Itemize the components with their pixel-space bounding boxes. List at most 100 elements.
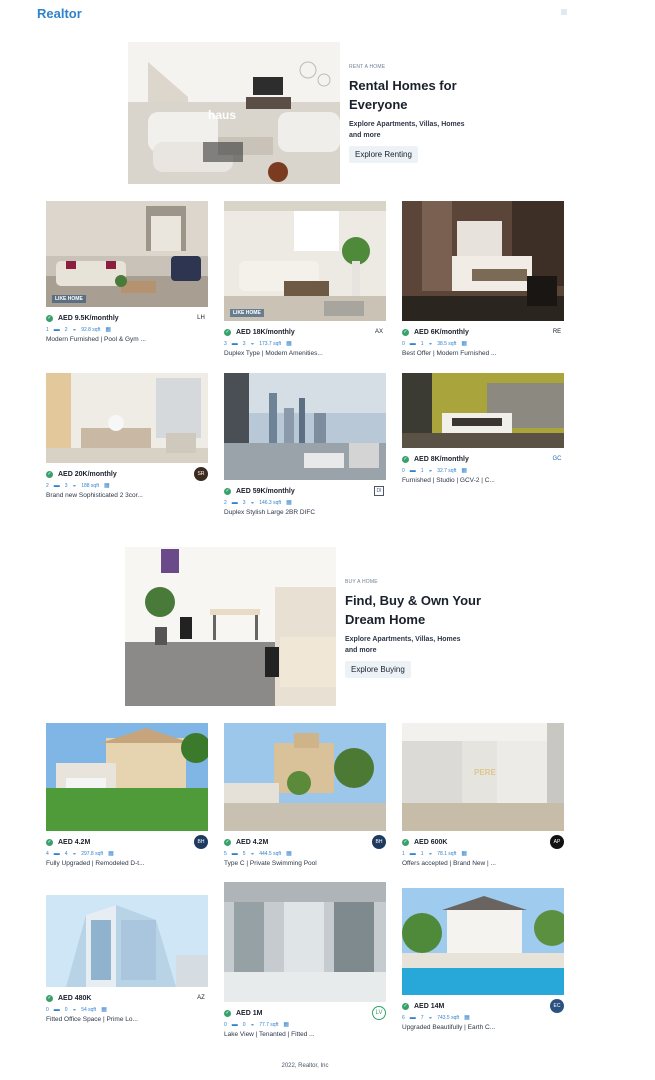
- baths-count: 2: [64, 326, 68, 333]
- bed-icon: ▬: [409, 467, 416, 474]
- rent-property-card-4[interactable]: ✓ AED 20K/monthly SR 2 ▬ 3 ◒ 188 sqft ▦ Bra…: [46, 373, 208, 499]
- baths-count: 1: [420, 467, 424, 474]
- image-watermark: PERE: [474, 768, 496, 777]
- property-title[interactable]: Fully Upgraded | Remodeled D-t...: [46, 860, 208, 867]
- property-title[interactable]: Offers accepted | Brand New | ...: [402, 860, 564, 867]
- verified-icon: ✓: [402, 328, 409, 336]
- grid-icon: ▦: [461, 468, 468, 474]
- area-value: 444.5 sqft: [259, 850, 282, 857]
- sale-property-card-1[interactable]: ✓ AED 4.2M BH 4 ▬ 4 ◒ 297.8 sqft ▦ Fully Up…: [46, 723, 208, 867]
- menu-icon[interactable]: [561, 9, 567, 15]
- footer: 2022, Realtor, Inc: [281, 1063, 329, 1069]
- rent-banner-desc: Explore Apartments, Villas, Homes and mor…: [349, 119, 510, 141]
- area-value: 297.8 sqft: [81, 850, 104, 857]
- rent-banner-title-line1: Rental Homes for: [349, 78, 457, 93]
- bed-icon: ▬: [53, 482, 60, 489]
- property-price: AED 6K/monthly: [414, 328, 469, 336]
- property-details: 0 ▬ 1 ◒ 38.5 sqft ▦: [402, 339, 564, 348]
- grid-icon: ▦: [464, 1015, 470, 1021]
- agency-avatar: SR: [194, 467, 208, 481]
- rent-property-card-5[interactable]: ✓ AED 59K/monthly DI 2 ▬ 3 ◒ 146.3 sqft ▦ D…: [224, 373, 386, 516]
- agency-avatar: LH: [194, 311, 208, 325]
- bed-icon: ▬: [53, 850, 60, 857]
- property-title[interactable]: Furnished | Studio | GCV-2 | C...: [402, 477, 564, 484]
- sale-property-card-5[interactable]: ✓ AED 1M LV 0 ▬ 0 ◒ 77.7 sqft ▦ Lake View |…: [224, 882, 386, 1038]
- rooms-count: 0: [46, 1006, 49, 1013]
- agency-avatar: LV: [372, 1006, 386, 1020]
- baths-count: 3: [64, 482, 68, 489]
- baths-count: 3: [242, 499, 246, 506]
- area-value: 54 sqft: [81, 1006, 97, 1013]
- baths-count: 0: [64, 1006, 68, 1013]
- property-image: PERE: [402, 723, 564, 831]
- sale-property-card-2[interactable]: ✓ AED 4.2M BH 5 ▬ 5 ◒ 444.5 sqft ▦ Type C |…: [224, 723, 386, 867]
- sale-banner-desc: Explore Apartments, Villas, Homes and mor…: [345, 634, 506, 656]
- grid-icon: ▦: [286, 851, 292, 857]
- baths-count: 4: [64, 850, 68, 857]
- property-details: 5 ▬ 5 ◒ 444.5 sqft ▦: [224, 849, 386, 858]
- area-value: 92.8 sqft: [81, 326, 101, 333]
- agency-avatar: BH: [194, 835, 208, 849]
- site-logo[interactable]: Realtor: [37, 6, 82, 21]
- bath-icon: ◒: [250, 499, 255, 506]
- rent-property-card-6[interactable]: ✓ AED 8K/monthly GC 0 ▬ 1 ◒ 32.7 sqft ▦ Fur…: [402, 373, 564, 484]
- property-price: AED 600K: [414, 838, 448, 846]
- sale-property-card-6[interactable]: ✓ AED 14M EC 6 ▬ 7 ◒ 743.5 sqft ▦ Upgraded …: [402, 888, 564, 1031]
- bath-icon: ◒: [428, 850, 433, 857]
- sale-banner-title-line1: Find, Buy & Own Your: [345, 593, 482, 608]
- property-title[interactable]: Modern Furnished | Pool & Gym ...: [46, 336, 208, 343]
- sale-property-card-3[interactable]: PERE ✓ AED 600K AP 1 ▬ 1 ◒ 78.1 sqft ▦ Offe…: [402, 723, 564, 867]
- sale-banner-desc-line2: and more: [345, 647, 377, 654]
- sale-banner: BUY A HOME Find, Buy & Own Your Dream Hom…: [125, 547, 506, 706]
- bed-icon: ▬: [409, 850, 416, 857]
- explore-buying-button[interactable]: Explore Buying: [345, 661, 411, 678]
- property-title[interactable]: Upgraded Beautifully | Earth C...: [402, 1024, 564, 1031]
- bath-icon: ◒: [72, 1006, 77, 1013]
- rooms-count: 0: [402, 340, 405, 347]
- explore-renting-button[interactable]: Explore Renting: [349, 146, 418, 163]
- verified-icon: ✓: [46, 838, 53, 846]
- property-title[interactable]: Duplex Stylish Large 2BR DIFC: [224, 509, 386, 516]
- baths-count: 7: [420, 1014, 424, 1021]
- bed-icon: ▬: [53, 326, 60, 333]
- rooms-count: 1: [402, 850, 405, 857]
- area-value: 38.5 sqft: [437, 340, 457, 347]
- property-title[interactable]: Type C | Private Swimming Pool: [224, 860, 386, 867]
- rent-property-card-3[interactable]: ✓ AED 6K/monthly RE 0 ▬ 1 ◒ 38.5 sqft ▦ Bes…: [402, 201, 564, 357]
- agency-avatar: AZ: [194, 991, 208, 1005]
- property-title[interactable]: Duplex Type | Modern Amenities...: [224, 350, 386, 357]
- verified-icon: ✓: [402, 455, 409, 463]
- area-value: 32.7 sqft: [437, 467, 457, 474]
- bed-icon: ▬: [231, 340, 238, 347]
- rent-property-card-2[interactable]: LIKE HOME ✓ AED 18K/monthly AX 3 ▬ 3 ◒ 173…: [224, 201, 386, 357]
- property-title[interactable]: Lake View | Tenanted | Fitted ...: [224, 1031, 386, 1038]
- agency-avatar: AX: [372, 325, 386, 339]
- bath-icon: ◒: [250, 340, 255, 347]
- agency-avatar: BH: [372, 835, 386, 849]
- bath-icon: ◒: [428, 467, 433, 474]
- property-title[interactable]: Fitted Office Space | Prime Lo...: [46, 1016, 208, 1023]
- bath-icon: ◒: [428, 340, 433, 347]
- sale-banner-image: [125, 547, 336, 706]
- property-title[interactable]: Brand new Sophisticated 2 3cor...: [46, 492, 208, 499]
- property-details: 2 ▬ 3 ◒ 146.3 sqft ▦: [224, 498, 386, 507]
- verified-icon: ✓: [402, 1002, 409, 1010]
- grid-icon: ▦: [103, 483, 110, 489]
- agency-avatar: DI: [374, 486, 384, 496]
- property-price: AED 1M: [236, 1009, 263, 1017]
- property-image: [46, 373, 208, 463]
- bath-icon: ◒: [72, 482, 77, 489]
- bath-icon: ◒: [250, 1021, 255, 1028]
- verified-icon: ✓: [46, 314, 53, 322]
- property-image: [46, 723, 208, 831]
- sale-property-card-4[interactable]: ✓ AED 480K AZ 0 ▬ 0 ◒ 54 sqft ▦ Fitted Offi…: [46, 895, 208, 1023]
- area-value: 188 sqft: [81, 482, 99, 489]
- baths-count: 1: [420, 850, 424, 857]
- rent-property-card-1[interactable]: LIKE HOME ✓ AED 9.5K/monthly LH 1 ▬ 2 ◒ 92…: [46, 201, 208, 343]
- grid-icon: ▦: [108, 851, 114, 857]
- property-title[interactable]: Best Offer | Modern Furnished ...: [402, 350, 564, 357]
- area-value: 78.1 sqft: [437, 850, 457, 857]
- bath-icon: ◒: [72, 326, 77, 333]
- verified-icon: ✓: [46, 470, 53, 478]
- agency-watermark: LIKE HOME: [52, 295, 86, 303]
